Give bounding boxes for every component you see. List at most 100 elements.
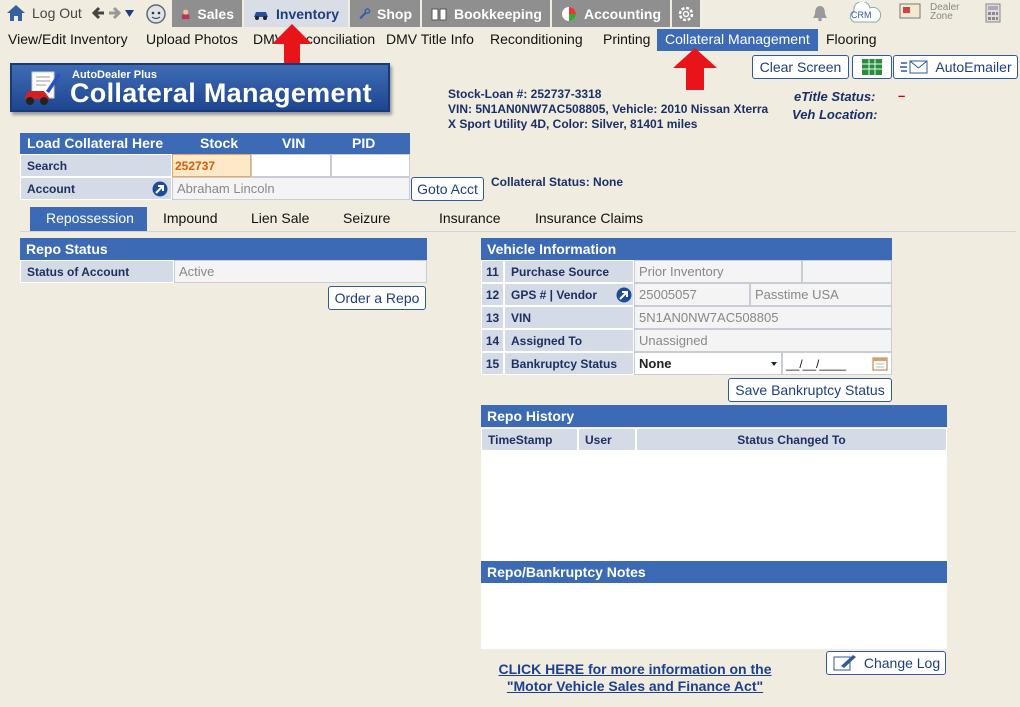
purchase-source-extra xyxy=(802,260,892,283)
nav-shop-label: Shop xyxy=(377,5,412,22)
nav-inventory[interactable]: Inventory xyxy=(244,0,348,27)
tabs-divider xyxy=(20,231,1016,232)
subnav-view-edit-inventory[interactable]: View/Edit Inventory xyxy=(0,29,138,51)
tab-insurance[interactable]: Insurance xyxy=(412,207,519,231)
row-number: 11 xyxy=(481,260,504,283)
tab-seizure[interactable]: Seizure xyxy=(327,207,412,231)
purchase-source-label: Purchase Source xyxy=(504,260,634,283)
nav-bookkeeping[interactable]: Bookkeeping xyxy=(422,0,550,27)
book-icon xyxy=(431,8,447,20)
account-lookup-icon[interactable] xyxy=(152,181,168,197)
nav-shop[interactable]: Shop xyxy=(350,0,420,27)
settings-button[interactable] xyxy=(672,0,700,27)
vin-value: 5N1AN0NW7AC508805 xyxy=(634,306,892,329)
autoemailer-button[interactable]: AutoEmailer xyxy=(893,55,1018,79)
stock-loan-number: Stock-Loan #: 252737-3318 xyxy=(448,87,602,101)
nav-inventory-label: Inventory xyxy=(276,5,340,22)
load-collateral-header: Load Collateral Here Stock VIN PID xyxy=(20,133,410,155)
bankruptcy-status-selected: None xyxy=(639,356,672,371)
repo-status-header: Repo Status xyxy=(20,238,427,260)
tab-impound[interactable]: Impound xyxy=(147,207,235,231)
nav-accounting[interactable]: Accounting xyxy=(552,0,670,27)
etitle-status-value: – xyxy=(898,88,906,103)
timestamp-column-header: TimeStamp xyxy=(481,428,578,451)
clear-screen-label: Clear Screen xyxy=(759,59,842,75)
motor-vehicle-act-link-line1[interactable]: CLICK HERE for more information on the xyxy=(499,661,772,677)
motor-vehicle-act-link[interactable]: CLICK HERE for more information on the "… xyxy=(480,661,790,695)
logout-label: Log Out xyxy=(32,5,82,21)
assigned-to-value: Unassigned xyxy=(634,329,892,352)
order-repo-label: Order a Repo xyxy=(334,290,420,306)
subnav-upload-photos[interactable]: Upload Photos xyxy=(138,29,245,51)
motor-vehicle-act-link-line2[interactable]: "Motor Vehicle Sales and Finance Act" xyxy=(507,678,763,694)
bell-icon[interactable] xyxy=(811,4,829,22)
tab-lien-sale[interactable]: Lien Sale xyxy=(235,207,327,231)
bankruptcy-status-select[interactable]: None xyxy=(634,352,782,375)
bankruptcy-date-input[interactable]: __/__/____ xyxy=(782,352,892,375)
subnav-reconditioning[interactable]: Reconditioning xyxy=(482,29,595,51)
email-icon xyxy=(900,60,928,74)
vin-search-input[interactable] xyxy=(251,154,331,177)
vin-column-header: VIN xyxy=(282,135,306,151)
nav-sales[interactable]: Sales xyxy=(172,0,242,27)
vin-label: VIN xyxy=(504,306,634,329)
row-number: 12 xyxy=(481,283,504,306)
purchase-source-value: Prior Inventory xyxy=(634,260,802,283)
status-of-account-label: Status of Account xyxy=(20,260,174,283)
car-pen-icon xyxy=(24,71,61,105)
subnav-flooring[interactable]: Flooring xyxy=(818,29,888,51)
repo-notes-textarea[interactable] xyxy=(481,583,947,649)
pid-search-input[interactable] xyxy=(331,154,410,177)
change-log-label: Change Log xyxy=(863,655,941,671)
row-number: 14 xyxy=(481,329,504,352)
user-column-header: User xyxy=(578,428,636,451)
sub-navigation: View/Edit Inventory Upload Photos DMV Re… xyxy=(0,29,1020,51)
crm-button[interactable]: CRM xyxy=(846,0,882,24)
gps-vendor-value: Passtime USA xyxy=(750,283,892,306)
logout-link[interactable]: Log Out xyxy=(6,4,82,22)
person-icon xyxy=(181,9,190,19)
subnav-dmv-title-info[interactable]: DMV Title Info xyxy=(378,29,482,51)
tab-insurance-claims[interactable]: Insurance Claims xyxy=(519,207,679,231)
user-avatar-icon[interactable] xyxy=(145,3,167,25)
red-arrow-up-icon xyxy=(673,48,717,90)
change-log-button[interactable]: Change Log xyxy=(826,651,946,675)
row-number: 15 xyxy=(481,352,504,375)
status-of-account-value: Active xyxy=(174,260,427,283)
gps-lookup-icon[interactable] xyxy=(616,287,632,303)
calendar-icon[interactable] xyxy=(872,356,888,371)
collateral-tabs: Repossession Impound Lien Sale Seizure I… xyxy=(30,207,679,231)
repo-notes-header: Repo/Bankruptcy Notes xyxy=(481,561,947,583)
status-changed-column-header: Status Changed To xyxy=(636,428,947,451)
subnav-printing[interactable]: Printing xyxy=(595,29,657,51)
stock-column-header: Stock xyxy=(200,135,239,151)
save-bankruptcy-status-label: Save Bankruptcy Status xyxy=(735,382,885,398)
collateral-status: Collateral Status: None xyxy=(491,175,624,189)
gps-number-value: 25005057 xyxy=(634,283,750,306)
clear-screen-button[interactable]: Clear Screen xyxy=(752,55,849,79)
etitle-status-label: eTitle Status: xyxy=(794,89,876,104)
forward-arrow-icon[interactable] xyxy=(108,5,122,21)
back-arrow-icon[interactable] xyxy=(91,5,105,21)
goto-account-button[interactable]: Goto Acct xyxy=(411,177,484,201)
search-label: Search xyxy=(20,154,172,177)
repo-history-table-body xyxy=(481,451,947,561)
bankruptcy-status-label: Bankruptcy Status xyxy=(504,352,634,375)
repo-history-header: Repo History xyxy=(481,405,947,427)
stock-search-input[interactable]: 252737 xyxy=(172,154,251,177)
red-arrow-up-icon xyxy=(272,24,312,66)
save-bankruptcy-status-button[interactable]: Save Bankruptcy Status xyxy=(728,378,892,402)
autoemailer-label: AutoEmailer xyxy=(935,59,1012,75)
order-repo-button[interactable]: Order a Repo xyxy=(328,286,426,310)
goto-account-label: Goto Acct xyxy=(417,181,478,197)
excel-export-button[interactable] xyxy=(852,55,892,79)
bankruptcy-date-value: __/__/____ xyxy=(786,357,847,371)
vehicle-information-header: Vehicle Information xyxy=(481,238,892,260)
top-navigation: Log Out Sales Inventory Shop Bookkeeping… xyxy=(0,0,1020,27)
chevron-down-icon[interactable] xyxy=(125,10,134,17)
dealer-zone-button[interactable]: Dealer Zone xyxy=(899,3,969,25)
gear-icon xyxy=(678,6,694,21)
tab-repossession[interactable]: Repossession xyxy=(30,207,147,231)
nav-bookkeeping-label: Bookkeeping xyxy=(454,5,542,22)
calculator-icon[interactable] xyxy=(985,3,1001,23)
